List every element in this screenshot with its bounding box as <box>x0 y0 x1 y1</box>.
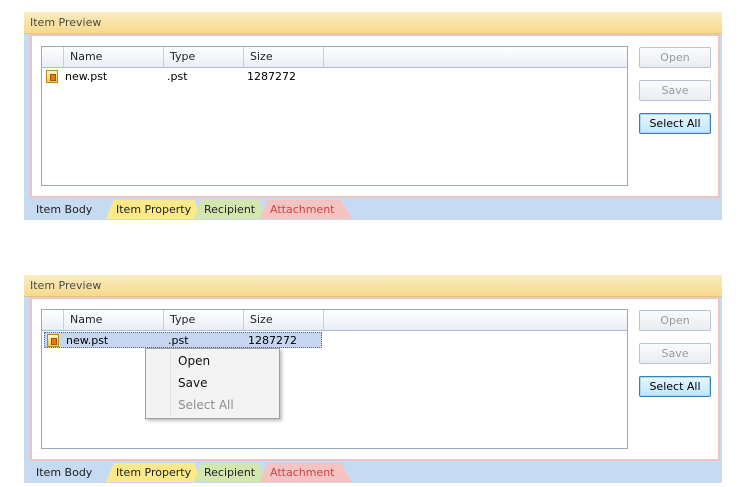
tab-recipient[interactable]: Recipient <box>194 463 266 482</box>
column-header-name[interactable]: Name <box>63 47 163 67</box>
cell-name: new.pst <box>66 334 109 347</box>
cell-size: 1287272 <box>248 334 297 347</box>
tab-attachment[interactable]: Attachment <box>260 463 352 482</box>
select-all-button[interactable]: Select All <box>639 376 711 397</box>
panel-header: Item Preview <box>24 275 722 297</box>
cell-type: .pst <box>167 70 188 83</box>
menu-item-open[interactable]: Open <box>178 354 210 368</box>
panel-content: Name Type Size new.pst .pst 1287272 Open… <box>30 297 720 461</box>
tab-item-property[interactable]: Item Property <box>106 463 202 482</box>
tab-attachment[interactable]: Attachment <box>260 200 352 219</box>
context-menu: Open Save Select All <box>145 348 280 419</box>
tab-bar: Item Body Item Property Recipient Attach… <box>24 462 722 483</box>
select-all-button[interactable]: Select All <box>639 113 711 134</box>
item-preview-panel-2: Item Preview Name Type Size new.pst .pst… <box>24 275 722 483</box>
column-divider <box>323 310 324 330</box>
item-list-view[interactable]: Name Type Size new.pst .pst 1287272 <box>41 309 628 449</box>
list-row[interactable]: new.pst .pst 1287272 <box>44 69 322 85</box>
panel-title: Item Preview <box>30 16 102 29</box>
item-list-view[interactable]: Name Type Size new.pst .pst 1287272 <box>41 46 628 186</box>
cell-type: .pst <box>168 334 189 347</box>
list-row-selected[interactable]: new.pst .pst 1287272 <box>44 332 322 348</box>
tab-bar: Item Body Item Property Recipient Attach… <box>24 199 722 220</box>
column-header-icon[interactable] <box>42 310 63 330</box>
column-header-name[interactable]: Name <box>63 310 163 330</box>
column-header-type[interactable]: Type <box>163 310 243 330</box>
tab-item-body[interactable]: Item Body <box>26 463 110 482</box>
panel-title: Item Preview <box>30 279 102 292</box>
item-preview-panel-1: Item Preview Name Type Size new.pst .pst… <box>24 12 722 220</box>
column-header-type[interactable]: Type <box>163 47 243 67</box>
list-header: Name Type Size <box>42 47 627 68</box>
menu-gutter-divider <box>170 351 171 416</box>
pst-file-icon <box>47 334 59 347</box>
column-header-size[interactable]: Size <box>243 47 323 67</box>
cell-name: new.pst <box>65 70 108 83</box>
save-button[interactable]: Save <box>639 80 711 101</box>
tab-item-property[interactable]: Item Property <box>106 200 202 219</box>
tab-item-body[interactable]: Item Body <box>26 200 110 219</box>
panel-content: Name Type Size new.pst .pst 1287272 Open… <box>30 34 720 198</box>
pst-file-icon <box>46 70 58 83</box>
menu-item-select-all-disabled: Select All <box>178 398 234 412</box>
column-header-icon[interactable] <box>42 47 63 67</box>
menu-item-save[interactable]: Save <box>178 376 207 390</box>
column-divider <box>323 47 324 67</box>
cell-size: 1287272 <box>247 70 296 83</box>
panel-header: Item Preview <box>24 12 722 34</box>
open-button[interactable]: Open <box>639 310 711 331</box>
column-header-size[interactable]: Size <box>243 310 323 330</box>
save-button[interactable]: Save <box>639 343 711 364</box>
list-header: Name Type Size <box>42 310 627 331</box>
tab-recipient[interactable]: Recipient <box>194 200 266 219</box>
open-button[interactable]: Open <box>639 47 711 68</box>
